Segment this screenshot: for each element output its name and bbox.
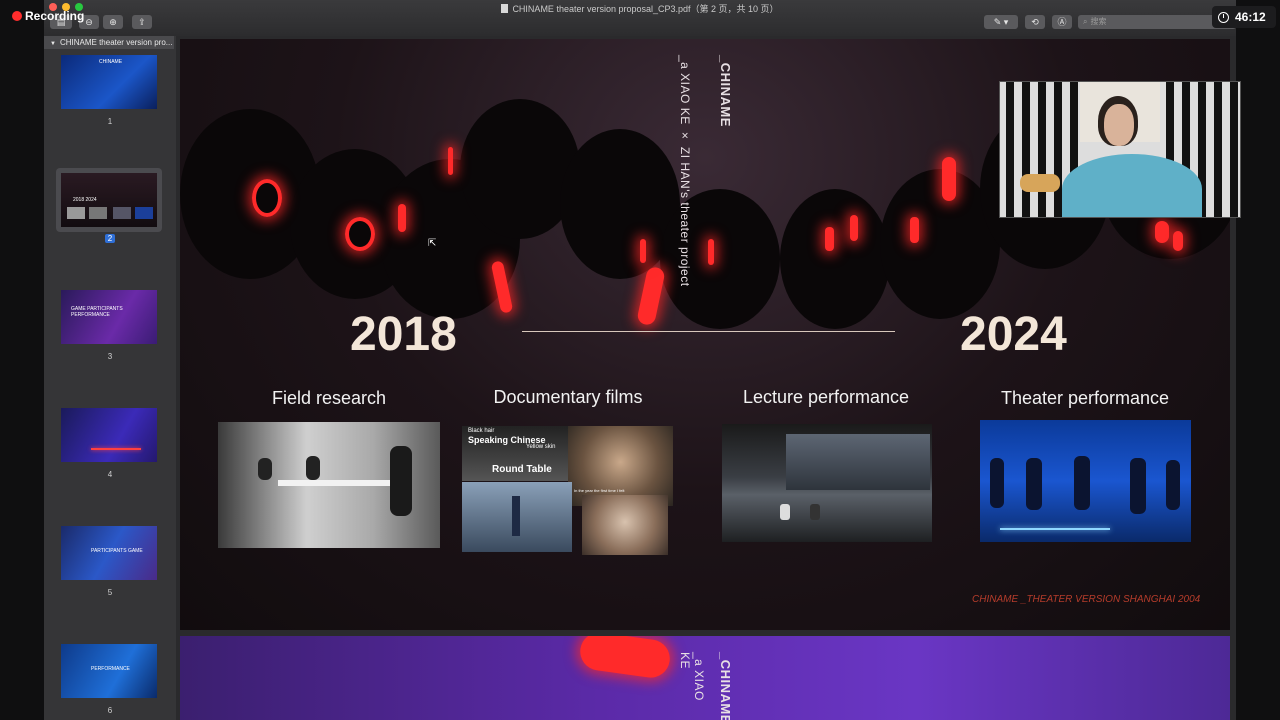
- slide-brand-title: _CHINAME: [718, 55, 733, 127]
- red-headphone-glow: [252, 179, 282, 217]
- red-headphone-glow: [825, 227, 834, 251]
- lecture-performance-photo: [722, 424, 932, 542]
- red-headphone-glow: [345, 217, 375, 251]
- timeline-line: [522, 331, 895, 332]
- record-dot-icon: [12, 11, 22, 21]
- mouse-cursor-icon: ⇱: [428, 238, 437, 249]
- thumbnail-label: PERFORMANCE: [91, 666, 130, 672]
- disclosure-triangle-icon: ▼: [50, 41, 56, 47]
- window-titlebar: CHINAME theater version proposal_CP3.pdf…: [44, 0, 1236, 37]
- slide2-brand-title: _CHINAME: [718, 652, 733, 720]
- recording-label: Recording: [25, 9, 85, 23]
- slide-footnote: CHINAME _THEATER VERSION SHANGHAI 2004: [972, 594, 1201, 605]
- page-number-4: 4: [107, 470, 113, 479]
- annotate-button[interactable]: Ⓐ: [1052, 15, 1072, 29]
- webcam-person-face: [1104, 104, 1134, 146]
- slide2-project-subtitle: _a XIAO KE: [678, 652, 706, 701]
- pdf-document-icon: [501, 4, 509, 13]
- webcam-video-overlay[interactable]: [999, 81, 1241, 218]
- documentary-film-still-1: Black hair Speaking Chinese Yellow skin …: [462, 426, 574, 481]
- red-headphone-glow: [640, 239, 646, 263]
- crowd-silhouette: [780, 189, 890, 329]
- zoom-out-icon: ⊖: [85, 17, 93, 27]
- thumbnail-label: CHINAME: [99, 59, 123, 65]
- thumbnail-label: PARTICIPANTS GAME: [91, 548, 143, 554]
- red-light-stick: [636, 265, 666, 327]
- year-end: 2024: [960, 308, 1067, 361]
- page-number-3: 3: [107, 352, 113, 361]
- thumbnail-label: GAME PARTICIPANTS PERFORMANCE: [71, 306, 123, 318]
- zoom-in-button[interactable]: ⊕: [103, 15, 123, 29]
- column-title-theater-performance: Theater performance: [1000, 388, 1170, 408]
- webcam-person-sweater: [1062, 154, 1202, 217]
- documentary-film-still-3: [462, 482, 572, 552]
- pen-icon: ✎ ▾: [993, 17, 1009, 27]
- page-number-5: 5: [107, 588, 113, 597]
- red-headphone-glow: [398, 204, 406, 232]
- year-start: 2018: [350, 308, 457, 361]
- thumbnail-label: 2018 2024: [73, 197, 97, 203]
- documentary-film-still-4: [582, 495, 668, 555]
- page-thumbnail-5[interactable]: PARTICIPANTS GAME: [61, 526, 157, 580]
- red-headphone-glow: [910, 217, 919, 243]
- red-headphone-glow: [1155, 221, 1169, 243]
- red-light-stick: [942, 157, 956, 201]
- search-icon: ⌕: [1083, 17, 1088, 26]
- window-title: CHINAME theater version proposal_CP3.pdf…: [44, 2, 1236, 15]
- page-thumbnail-3[interactable]: GAME PARTICIPANTS PERFORMANCE: [61, 290, 157, 344]
- film-caption: Black hair: [468, 428, 495, 434]
- share-button[interactable]: ⇪: [132, 15, 152, 29]
- zoom-in-icon: ⊕: [109, 17, 117, 27]
- red-light-stick: [577, 636, 673, 681]
- page-thumbnail-2[interactable]: 2018 2024: [61, 173, 157, 227]
- page-thumbnail-6[interactable]: PERFORMANCE: [61, 644, 157, 698]
- red-headphone-glow: [448, 147, 453, 175]
- rotate-icon: ⟲: [1031, 17, 1039, 27]
- page-thumbnail-1[interactable]: CHINAME: [61, 55, 157, 109]
- documentary-film-still-2: In the year the first time I felt: [568, 426, 673, 506]
- slide-page-3-preview: _CHINAME _a XIAO KE: [180, 636, 1230, 720]
- sidebar-document-header[interactable]: ▼ CHINAME theater version pro...: [44, 36, 174, 49]
- share-icon: ⇪: [138, 17, 146, 27]
- red-headphone-glow: [708, 239, 714, 265]
- page-number-2: 2: [44, 234, 176, 243]
- film-caption: Round Table: [492, 464, 552, 475]
- red-headphone-glow: [1173, 231, 1183, 251]
- column-title-documentary-films: Documentary films: [493, 387, 643, 407]
- red-headphone-glow: [850, 215, 858, 241]
- rotate-button[interactable]: ⟲: [1025, 15, 1045, 29]
- page-thumbnail-4[interactable]: [61, 408, 157, 462]
- timer-value: 46:12: [1235, 10, 1266, 24]
- column-title-lecture-performance: Lecture performance: [742, 387, 910, 407]
- page-number-1: 1: [107, 117, 113, 126]
- clock-icon: [1218, 12, 1229, 23]
- page-number-6: 6: [107, 706, 113, 715]
- film-caption: In the year the first time I felt: [574, 488, 625, 493]
- field-research-photo: [218, 422, 440, 548]
- column-title-field-research: Field research: [271, 388, 387, 408]
- annotate-icon: Ⓐ: [1057, 17, 1067, 27]
- recording-timer[interactable]: 46:12: [1212, 6, 1276, 28]
- slide-project-subtitle: _a XIAO KE × ZI HAN's theater project: [678, 55, 692, 287]
- theater-performance-photo: [980, 420, 1191, 542]
- thumbnail-sidebar: ▼ CHINAME theater version pro... CHINAME …: [44, 36, 176, 720]
- recording-indicator: Recording: [12, 9, 84, 25]
- search-placeholder: 搜索: [1090, 17, 1107, 26]
- film-caption: Yellow skin: [526, 444, 556, 450]
- markup-button[interactable]: ✎ ▾: [984, 15, 1018, 29]
